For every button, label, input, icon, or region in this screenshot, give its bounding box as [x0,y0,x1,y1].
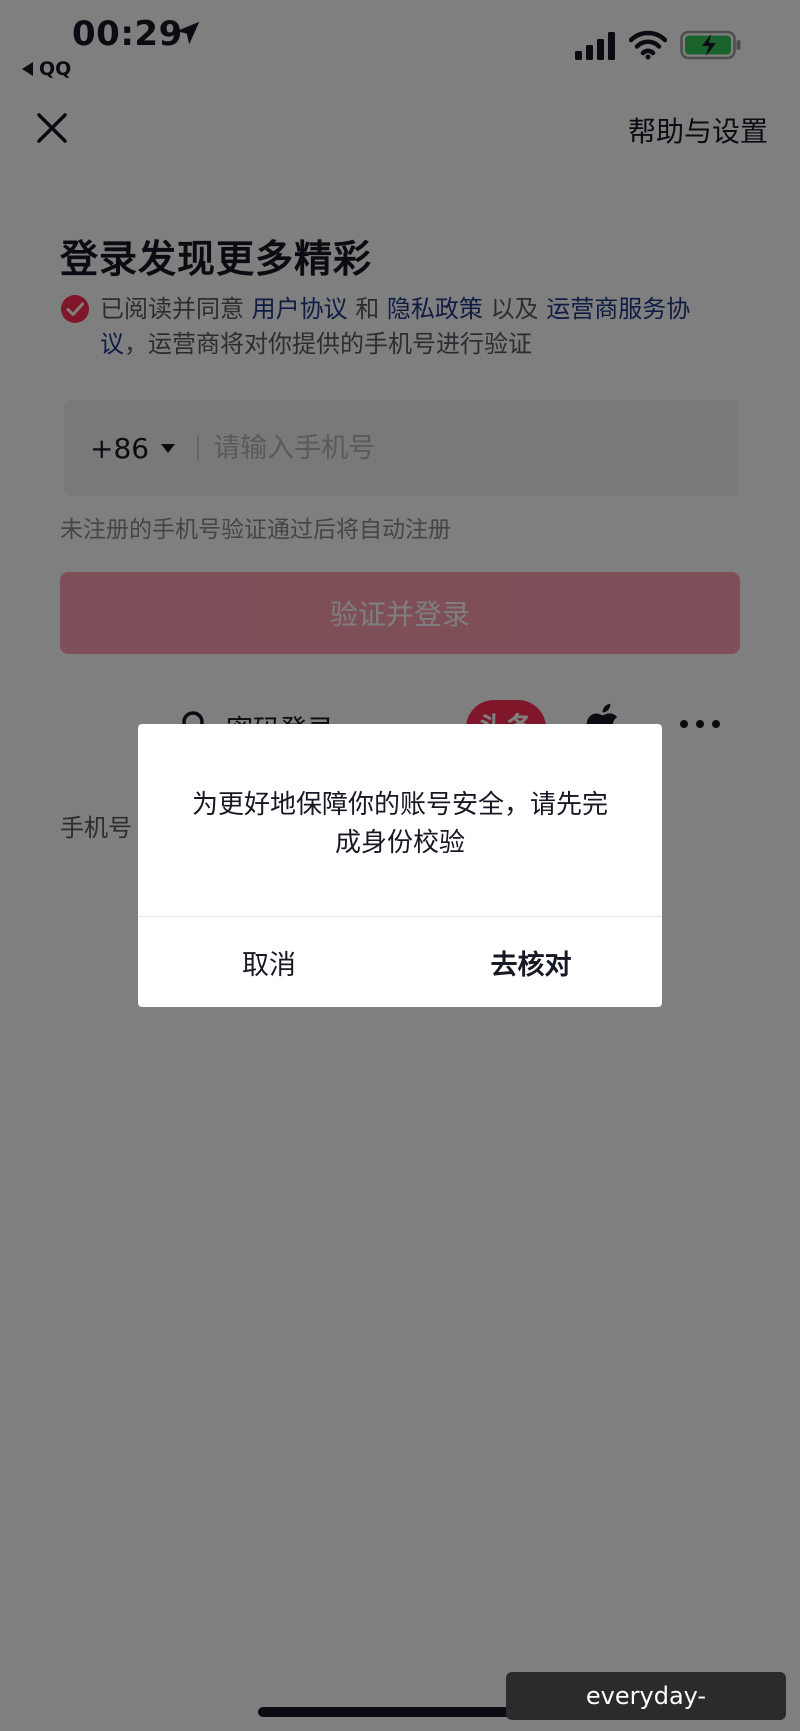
verification-dialog: 为更好地保障你的账号安全，请先完成身份校验 取消 去核对 [138,724,662,1007]
cancel-button[interactable]: 取消 [138,917,400,1007]
verify-button[interactable]: 去核对 [400,917,662,1007]
dialog-message: 为更好地保障你的账号安全，请先完成身份校验 [191,790,608,858]
watermark: everyday-kaiyun.com.cn [506,1672,786,1731]
